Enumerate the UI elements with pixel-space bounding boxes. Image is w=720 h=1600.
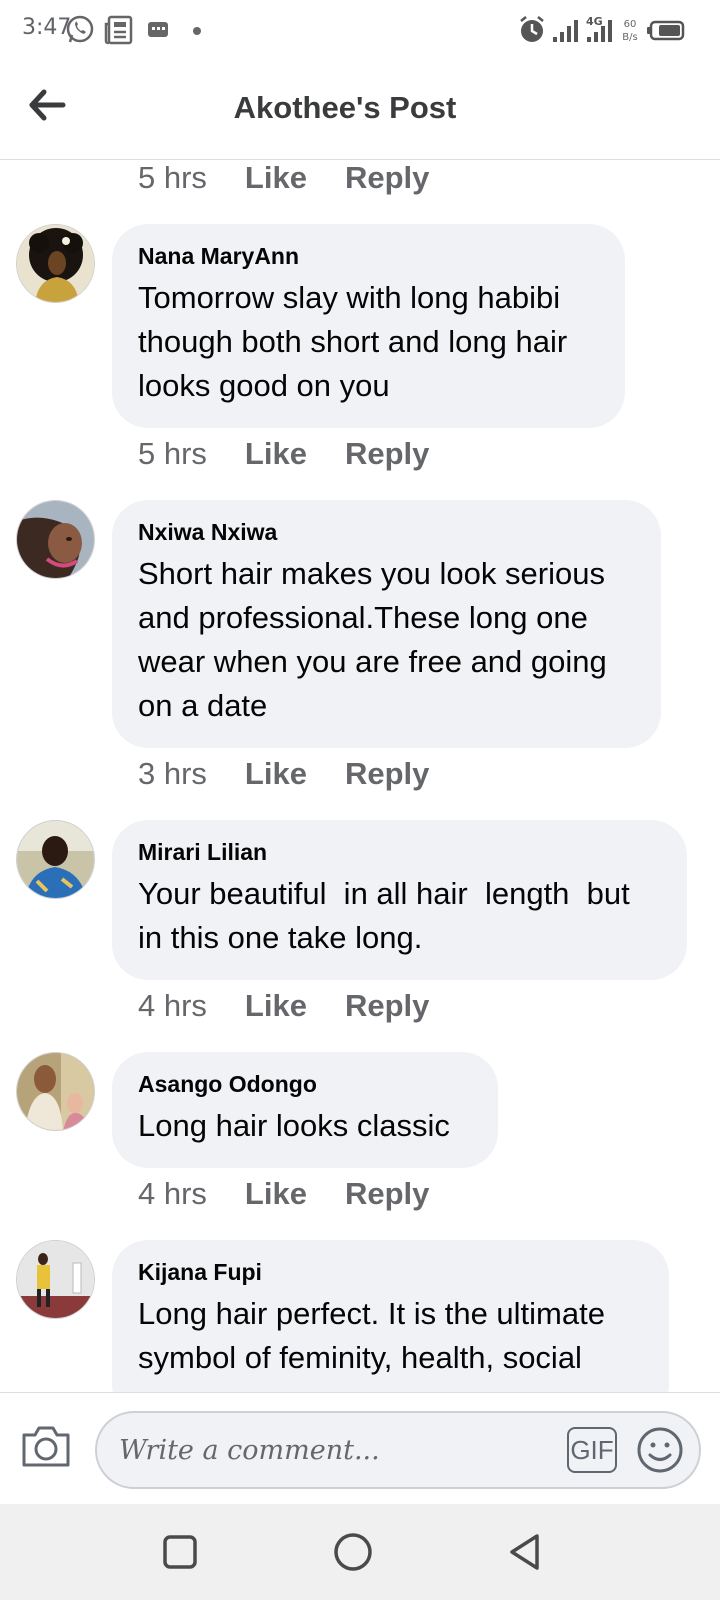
battery-icon [647, 20, 685, 41]
avatar-image [17, 821, 94, 898]
comment-bubble[interactable]: Asango Odongo Long hair looks classic [112, 1052, 498, 1168]
comment-actions: 5 hrs Like Reply [138, 160, 429, 196]
avatar-image [17, 1241, 94, 1318]
system-navbar [0, 1504, 720, 1600]
page-title: Akothee's Post [233, 90, 457, 125]
comment-time: 5 hrs [138, 160, 207, 195]
reply-button[interactable]: Reply [345, 436, 429, 472]
data-speed-value: 60 [624, 19, 637, 30]
comment-author[interactable]: Nana MaryAnn [138, 242, 599, 270]
avatar[interactable] [16, 1052, 95, 1131]
emoji-button[interactable] [635, 1425, 685, 1475]
avatar[interactable] [16, 224, 95, 303]
like-button[interactable]: Like [245, 756, 307, 792]
comment-author: Nxiwa Nxiwa [138, 519, 278, 545]
news-icon [104, 15, 133, 45]
comment-composer: Write a comment... GIF [0, 1392, 720, 1504]
emoji-icon [637, 1427, 683, 1473]
reply-button[interactable]: Reply [345, 988, 429, 1024]
camera-button[interactable] [20, 1423, 72, 1469]
notification-dot [193, 27, 201, 35]
comment-author[interactable]: Mirari Lilian [138, 838, 661, 866]
avatar-image [17, 225, 94, 302]
comment-actions: 4 hrs Like Reply [138, 988, 429, 1024]
home-button[interactable] [331, 1530, 375, 1574]
reply-button[interactable]: Reply [345, 1176, 429, 1212]
alarm-icon [520, 16, 544, 42]
like-button[interactable]: Like [245, 160, 307, 196]
status-bar: 3:47 4G 60 B/s [0, 0, 720, 62]
comment-author[interactable]: Kijana Fupi [138, 1258, 643, 1286]
data-speed-icon: 60 B/s [622, 19, 637, 43]
camera-icon [22, 1426, 70, 1467]
avatar[interactable] [16, 500, 95, 579]
system-back-button[interactable] [503, 1530, 547, 1574]
like-button[interactable]: Like [245, 436, 307, 472]
comment-time: 4 hrs [138, 1176, 207, 1211]
comment-time: 4 hrs [138, 988, 207, 1023]
comment-actions: 3 hrs Like Reply [138, 756, 429, 792]
comment-bubble[interactable]: Nana MaryAnn Tomorrow slay with long hab… [112, 224, 625, 428]
message-icon [148, 22, 168, 37]
comment-time: 5 hrs [138, 436, 207, 471]
data-speed-unit: B/s [622, 32, 637, 43]
like-button[interactable]: Like [245, 988, 307, 1024]
comment-text: Long hair perfect. It is the ultimate sy… [138, 1296, 605, 1375]
comment-time: 3 hrs [138, 756, 207, 791]
home-circle-icon [334, 1533, 372, 1571]
comment-text: Long hair looks classic [138, 1108, 450, 1143]
whatsapp-icon [66, 15, 94, 43]
reply-button[interactable]: Reply [345, 160, 429, 196]
comment-bubble[interactable]: Nxiwa Nxiwa Short hair makes you look se… [112, 500, 661, 748]
avatar[interactable] [16, 820, 95, 899]
post-header: Akothee's Post [0, 62, 720, 160]
comment-bubble[interactable]: Mirari Lilian Your beautiful in all hair… [112, 820, 687, 980]
comment-placeholder: Write a comment... [119, 1435, 380, 1466]
comments-list[interactable]: 5 hrs Like Reply Nana MaryAnn Tomorrow s… [0, 160, 720, 1392]
avatar-image [17, 1053, 94, 1130]
like-button[interactable]: Like [245, 1176, 307, 1212]
comment-author[interactable]: Asango Odongo [138, 1070, 472, 1098]
signal-icon [553, 20, 578, 42]
gif-button[interactable]: GIF [567, 1427, 617, 1473]
comment-text: Your beautiful in all hair length but in… [138, 876, 630, 955]
reply-button[interactable]: Reply [345, 756, 429, 792]
comment-text: Tomorrow slay with long habibi though bo… [138, 280, 568, 403]
comment-actions: 4 hrs Like Reply [138, 1176, 429, 1212]
back-triangle-icon [510, 1534, 539, 1570]
recents-square-icon [163, 1535, 197, 1569]
network-label: 4G [586, 15, 603, 28]
comment-text: Short hair makes you look serious and pr… [138, 556, 607, 723]
avatar-image [17, 501, 94, 578]
comment-actions: 5 hrs Like Reply [138, 436, 429, 472]
avatar[interactable] [16, 1240, 95, 1319]
comment-bubble[interactable]: Kijana Fupi Long hair perfect. It is the… [112, 1240, 669, 1392]
recents-button[interactable] [158, 1530, 202, 1574]
comment-input[interactable]: Write a comment... GIF [95, 1411, 701, 1489]
signal-4g-icon: 4G [586, 15, 612, 42]
